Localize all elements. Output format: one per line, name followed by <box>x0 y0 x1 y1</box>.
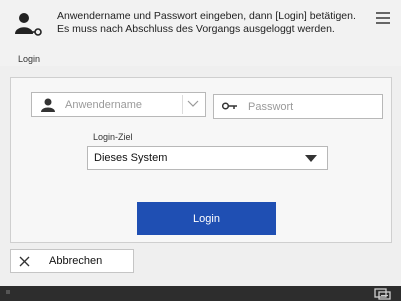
instruction-text: Anwendername und Passwort eingeben, dann… <box>57 10 356 35</box>
password-placeholder: Passwort <box>248 101 294 113</box>
username-dropdown-button[interactable] <box>182 95 203 114</box>
username-placeholder: Anwendername <box>65 99 143 111</box>
login-destination-value: Dieses System <box>94 152 168 164</box>
login-destination-label: Login-Ziel <box>93 132 133 142</box>
login-user-key-icon <box>15 13 42 36</box>
cancel-button[interactable]: Abbrechen <box>10 249 134 273</box>
chevron-down-icon <box>187 100 199 107</box>
username-field[interactable]: Anwendername <box>31 92 206 117</box>
person-icon <box>41 98 55 112</box>
password-field[interactable]: Passwort <box>213 94 383 119</box>
login-icon-label: Login <box>18 54 41 64</box>
key-icon <box>222 102 237 110</box>
header-bar: Login Anwendername und Passwort eingeben… <box>0 0 401 66</box>
status-bar <box>0 286 401 301</box>
close-icon <box>19 256 30 267</box>
cancel-label: Abbrechen <box>49 255 103 267</box>
caret-down-icon <box>305 155 317 162</box>
login-icon-area: Login <box>10 10 50 64</box>
login-button[interactable]: Login <box>137 202 276 235</box>
login-panel: Anwendername Passwort Login-Ziel Dieses … <box>10 77 392 243</box>
menu-icon[interactable] <box>376 12 390 24</box>
login-destination-select[interactable]: Dieses System <box>87 146 328 170</box>
device-status-icon[interactable] <box>373 287 391 300</box>
status-indicator-icon <box>6 290 10 294</box>
